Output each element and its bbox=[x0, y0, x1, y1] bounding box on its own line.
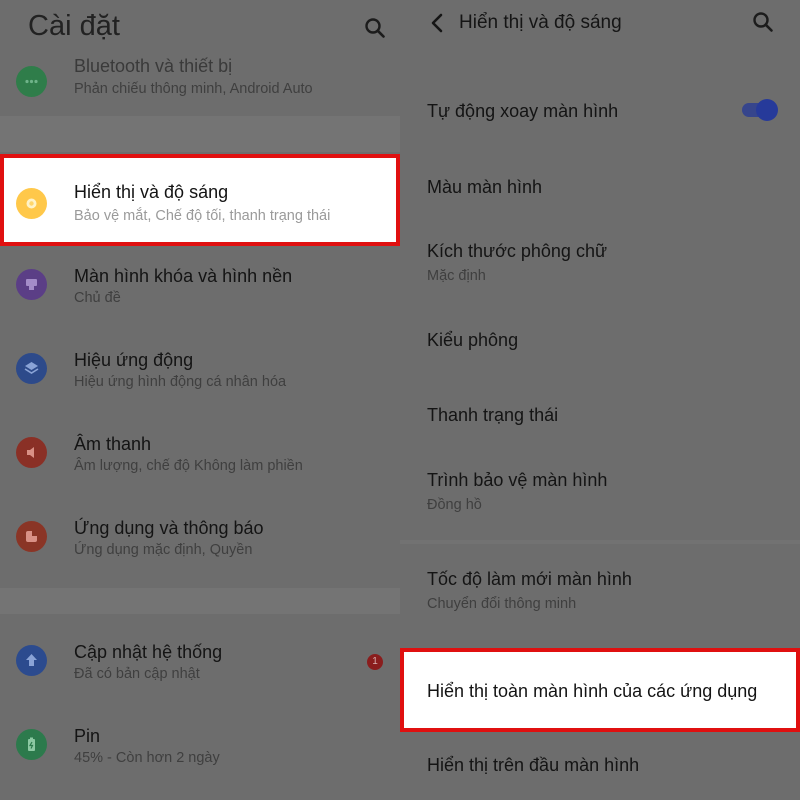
page-title: Cài đặt bbox=[28, 10, 120, 42]
settings-item-title: Màn hình khóa và hình nền bbox=[74, 266, 293, 286]
settings-item-subtitle: Bảo vệ mắt, Chế độ tối, thanh trạng thái bbox=[74, 208, 331, 224]
settings-item-animation[interactable]: Hiệu ứng động Hiệu ứng hình động cá nhân… bbox=[0, 334, 400, 414]
section-divider bbox=[0, 116, 400, 152]
settings-item-title: Hiển thị và độ sáng bbox=[74, 182, 229, 202]
search-icon[interactable] bbox=[752, 11, 774, 33]
font-size-value: Mặc định bbox=[427, 268, 486, 284]
display-brightness-icon bbox=[16, 188, 47, 219]
settings-item-title: Ứng dụng và thông báo bbox=[74, 518, 264, 538]
wallpaper-icon bbox=[16, 269, 47, 300]
settings-item-title: Cập nhật hệ thống bbox=[74, 642, 223, 662]
settings-item-subtitle: Âm lượng, chế độ Không làm phiền bbox=[74, 458, 303, 474]
settings-item-lockscreen[interactable]: Màn hình khóa và hình nền Chủ đề bbox=[0, 250, 400, 330]
screensaver-item[interactable]: Trình bảo vệ màn hình bbox=[427, 470, 607, 491]
settings-item-subtitle: Chủ đề bbox=[74, 290, 121, 306]
back-arrow-icon[interactable] bbox=[428, 13, 446, 33]
settings-item-title: Bluetooth và thiết bị bbox=[74, 56, 233, 76]
animation-icon bbox=[16, 353, 47, 384]
screensaver-value: Đồng hồ bbox=[427, 497, 482, 513]
settings-item-title: Pin bbox=[74, 726, 101, 746]
settings-panel: Bluetooth và thiết bị Phản chiếu thông m… bbox=[0, 0, 400, 800]
settings-item-battery[interactable]: Pin 45% - Còn hơn 2 ngày bbox=[0, 710, 400, 790]
settings-item-title: Hiệu ứng động bbox=[74, 350, 194, 370]
section-divider bbox=[400, 540, 800, 544]
font-style-item[interactable]: Kiểu phông bbox=[427, 330, 518, 351]
battery-icon bbox=[16, 729, 47, 760]
settings-item-apps[interactable]: Ứng dụng và thông báo Ứng dụng mặc định,… bbox=[0, 502, 400, 582]
auto-rotate-toggle[interactable] bbox=[742, 99, 778, 121]
apps-icon bbox=[16, 521, 47, 552]
fullscreen-apps-item-highlighted[interactable]: Hiển thị toàn màn hình của các ứng dụng bbox=[400, 648, 800, 732]
toggle-thumb bbox=[756, 99, 778, 121]
settings-item-subtitle: 45% - Còn hơn 2 ngày bbox=[74, 750, 220, 766]
section-divider bbox=[0, 588, 400, 614]
sound-icon bbox=[16, 437, 47, 468]
settings-item-system-update[interactable]: Cập nhật hệ thống Đã có bản cập nhật bbox=[0, 626, 400, 706]
settings-item-subtitle: Đã có bản cập nhật bbox=[74, 666, 200, 682]
system-update-icon bbox=[16, 645, 47, 676]
search-icon[interactable] bbox=[364, 17, 386, 39]
notification-badge: 1 bbox=[367, 654, 383, 670]
refresh-rate-value: Chuyển đổi thông minh bbox=[427, 596, 577, 612]
bluetooth-icon bbox=[16, 66, 47, 97]
fullscreen-apps-label: Hiển thị toàn màn hình của các ứng dụng bbox=[427, 681, 758, 701]
settings-item-display-highlighted[interactable]: Hiển thị và độ sáng Bảo vệ mắt, Chế độ t… bbox=[0, 154, 400, 246]
settings-item-subtitle: Hiệu ứng hình động cá nhân hóa bbox=[74, 374, 287, 390]
settings-header: Cài đặt bbox=[0, 0, 400, 56]
page-title: Hiển thị và độ sáng bbox=[459, 12, 622, 33]
settings-item-subtitle: Phản chiếu thông minh, Android Auto bbox=[74, 81, 313, 97]
display-over-apps-item[interactable]: Hiển thị trên đầu màn hình bbox=[427, 755, 639, 776]
settings-item-title: Âm thanh bbox=[74, 434, 152, 454]
settings-item-sound[interactable]: Âm thanh Âm lượng, chế độ Không làm phiề… bbox=[0, 418, 400, 498]
font-size-item[interactable]: Kích thước phông chữ bbox=[427, 241, 607, 262]
screen-color-item[interactable]: Màu màn hình bbox=[427, 177, 542, 198]
status-bar-item[interactable]: Thanh trạng thái bbox=[427, 405, 558, 426]
settings-item-bluetooth[interactable]: Bluetooth và thiết bị Phản chiếu thông m… bbox=[0, 56, 400, 116]
auto-rotate-label: Tự động xoay màn hình bbox=[427, 101, 619, 121]
refresh-rate-item[interactable]: Tốc độ làm mới màn hình bbox=[427, 569, 632, 590]
settings-item-subtitle: Ứng dụng mặc định, Quyền bbox=[74, 542, 253, 558]
